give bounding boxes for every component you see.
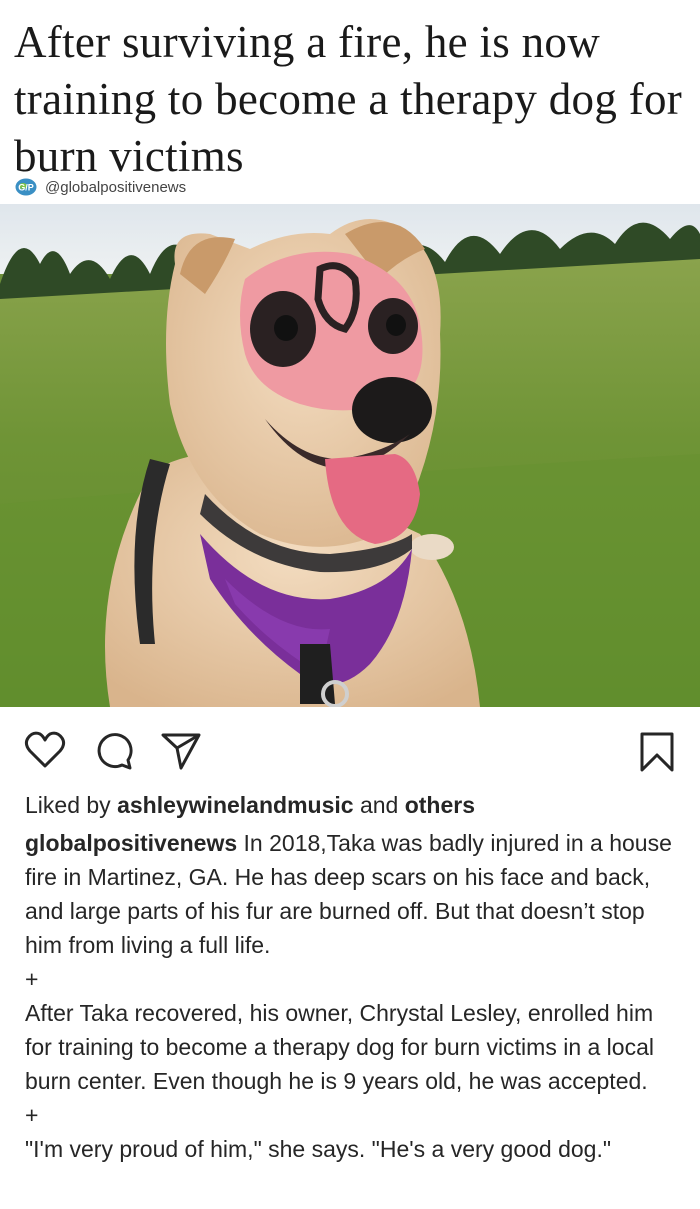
source-handle-row[interactable]: G/P @globalpositivenews <box>15 177 186 197</box>
liked-by-user-link[interactable]: ashleywinelandmusic <box>117 792 353 818</box>
heart-icon[interactable] <box>24 731 66 769</box>
send-icon[interactable] <box>160 731 202 771</box>
likes-connector: and <box>359 792 399 818</box>
caption-separator-2: + <box>25 1102 39 1128</box>
source-handle[interactable]: @globalpositivenews <box>45 179 186 196</box>
globalpositive-logo-icon: G/P <box>15 178 37 196</box>
likes-others-link[interactable]: others <box>405 792 475 818</box>
caption-username-link[interactable]: globalpositivenews <box>25 830 237 856</box>
logo-text: G/P <box>18 183 34 193</box>
action-bar <box>0 707 700 787</box>
post-photo[interactable] <box>0 204 700 707</box>
bookmark-icon[interactable] <box>638 731 676 773</box>
caption-separator-1: + <box>25 966 39 992</box>
caption-paragraph-3: "I'm very proud of him," she says. "He's… <box>25 1136 612 1162</box>
likes-line: Liked by ashleywinelandmusic and others <box>25 790 475 820</box>
comment-icon[interactable] <box>94 731 134 771</box>
headline: After surviving a fire, he is now traini… <box>14 17 683 181</box>
dog-photo-image <box>0 204 700 707</box>
post-caption: globalpositivenews In 2018,Taka was badl… <box>25 826 675 1166</box>
caption-paragraph-2: After Taka recovered, his owner, Chrysta… <box>25 1000 654 1094</box>
likes-prefix: Liked by <box>25 792 111 818</box>
post-header-card: After surviving a fire, he is now traini… <box>0 0 700 204</box>
caption-paragraph-1: globalpositivenews In 2018,Taka was badl… <box>25 826 675 962</box>
